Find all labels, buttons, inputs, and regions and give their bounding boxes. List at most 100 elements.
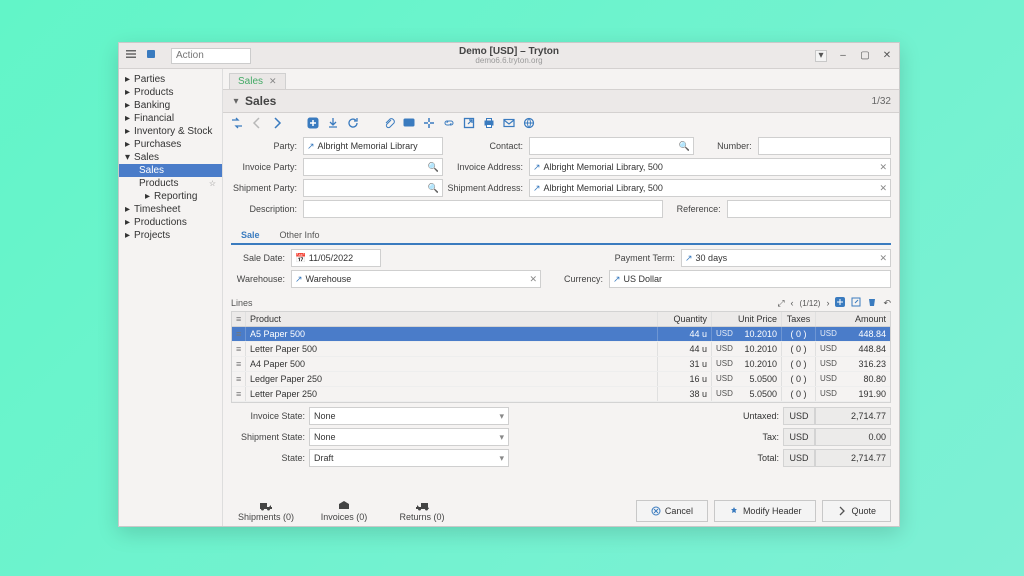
chevron-down-icon: ▾ — [499, 432, 504, 443]
table-row[interactable]: ≡Letter Paper 50044 uUSD10.2010( 0 )USD4… — [232, 342, 890, 357]
invoice-state-select[interactable]: None▾ — [309, 407, 509, 425]
lines-next-icon[interactable]: › — [826, 298, 829, 308]
window-menu-button[interactable]: ▾ — [815, 50, 827, 62]
chevron-down-icon: ▾ — [499, 411, 504, 422]
expand-icon[interactable]: ⤢ — [777, 298, 784, 309]
sidebar-item-parties[interactable]: ▸ Parties — [119, 73, 222, 86]
lines-open-icon[interactable] — [851, 297, 861, 309]
invoice-address-field[interactable]: ↗Albright Memorial Library, 500✕ — [529, 158, 891, 176]
clear-icon[interactable]: ✕ — [875, 162, 887, 173]
payment-term-label: Payment Term: — [605, 253, 677, 263]
sidebar-item-timesheet[interactable]: ▸ Timesheet — [119, 203, 222, 216]
cancel-button[interactable]: Cancel — [636, 500, 708, 522]
collapse-icon[interactable]: ▾ — [231, 96, 241, 107]
clear-icon[interactable]: ✕ — [875, 183, 887, 194]
minimize-button[interactable]: – — [837, 50, 849, 62]
sale-date-field[interactable]: 📅 11/05/2022 — [291, 249, 381, 267]
table-row[interactable]: ≡A4 Paper 50031 uUSD10.2010( 0 )USD316.2… — [232, 357, 890, 372]
modify-header-button[interactable]: Modify Header — [714, 500, 817, 522]
globe-icon[interactable] — [523, 117, 535, 132]
menu-icon[interactable] — [125, 48, 137, 63]
number-field[interactable] — [758, 137, 891, 155]
col-product[interactable]: Product — [246, 312, 658, 326]
attach-icon[interactable] — [383, 117, 395, 132]
description-field[interactable] — [303, 200, 663, 218]
prev-record-icon[interactable] — [251, 117, 263, 132]
new-icon[interactable] — [307, 117, 319, 132]
sidebar-item-products[interactable]: ▸ Products — [119, 86, 222, 99]
invoices-stat[interactable]: Invoices (0) — [309, 499, 379, 522]
shipment-party-field[interactable]: 🔍 — [303, 179, 443, 197]
invoice-address-label: Invoice Address: — [447, 162, 525, 172]
warehouse-field[interactable]: ↗Warehouse✕ — [291, 270, 541, 288]
clear-icon[interactable]: ✕ — [875, 253, 887, 264]
external-link-icon: ↗ — [533, 183, 541, 194]
next-record-icon[interactable] — [271, 117, 283, 132]
payment-term-field[interactable]: ↗30 days✕ — [681, 249, 891, 267]
action-icon[interactable] — [423, 117, 435, 132]
shipments-stat[interactable]: Shipments (0) — [231, 499, 301, 522]
save-icon[interactable] — [327, 117, 339, 132]
main-area: Sales✕ ▾ Sales 1/32 — [223, 69, 899, 526]
description-label: Description: — [231, 204, 299, 214]
lines-undo-icon[interactable]: ↶ — [883, 298, 891, 309]
relate-icon[interactable] — [443, 117, 455, 132]
sidebar-item-inventory[interactable]: ▸ Inventory & Stock — [119, 125, 222, 138]
star-icon[interactable]: ☆ — [209, 179, 216, 188]
table-row[interactable]: ≡A5 Paper 50044 uUSD10.2010( 0 )USD448.8… — [232, 327, 890, 342]
sidebar-item-sales-reporting[interactable]: ▸ Reporting — [119, 190, 222, 203]
contact-field[interactable]: 🔍 — [529, 137, 694, 155]
window-subtitle: demo6.6.tryton.org — [459, 57, 559, 66]
sidebar-item-banking[interactable]: ▸ Banking — [119, 99, 222, 112]
lines-prev-icon[interactable]: ‹ — [791, 298, 794, 308]
shipment-address-field[interactable]: ↗Albright Memorial Library, 500✕ — [529, 179, 891, 197]
email-icon[interactable] — [503, 117, 515, 132]
calendar-icon: 📅 — [295, 253, 306, 264]
tab-close-icon[interactable]: ✕ — [269, 76, 277, 87]
table-row[interactable]: ≡Ledger Paper 25016 uUSD5.0500( 0 )USD80… — [232, 372, 890, 387]
shipment-address-label: Shipment Address: — [447, 183, 525, 193]
reference-field[interactable] — [727, 200, 891, 218]
untaxed-value: 2,714.77 — [815, 407, 891, 425]
sidebar-item-sales-sales[interactable]: Sales — [119, 164, 222, 177]
sidebar-item-financial[interactable]: ▸ Financial — [119, 112, 222, 125]
sale-date-label: Sale Date: — [231, 253, 287, 263]
party-field[interactable]: ↗Albright Memorial Library — [303, 137, 443, 155]
action-input[interactable] — [171, 48, 251, 64]
search-icon: 🔍 — [678, 141, 689, 152]
quote-button[interactable]: Quote — [822, 500, 891, 522]
sidebar-item-purchases[interactable]: ▸ Purchases — [119, 138, 222, 151]
close-button[interactable]: ✕ — [881, 50, 893, 62]
returns-stat[interactable]: Returns (0) — [387, 499, 457, 522]
maximize-button[interactable]: ▢ — [859, 50, 871, 62]
sub-tab-bar: Sale Other Info — [231, 227, 891, 245]
col-unit-price[interactable]: Unit Price — [712, 312, 782, 326]
lines-add-icon[interactable] — [835, 297, 845, 309]
subtab-other-info[interactable]: Other Info — [270, 227, 330, 243]
table-row[interactable]: ≡Letter Paper 25038 uUSD5.0500( 0 )USD19… — [232, 387, 890, 402]
currency-field[interactable]: ↗US Dollar — [609, 270, 891, 288]
reload-icon[interactable] — [347, 117, 359, 132]
external-link-icon: ↗ — [533, 162, 541, 173]
clear-icon[interactable]: ✕ — [525, 274, 537, 285]
tab-sales[interactable]: Sales✕ — [229, 73, 286, 89]
sidebar-item-productions[interactable]: ▸ Productions — [119, 216, 222, 229]
tax-value: 0.00 — [815, 428, 891, 446]
note-icon[interactable] — [403, 117, 415, 132]
contact-label: Contact: — [447, 141, 525, 151]
sidebar-item-projects[interactable]: ▸ Projects — [119, 229, 222, 242]
col-amount[interactable]: Amount — [816, 312, 890, 326]
sidebar-item-sales[interactable]: ▾ Sales — [119, 151, 222, 164]
lines-delete-icon[interactable] — [867, 297, 877, 309]
col-quantity[interactable]: Quantity — [658, 312, 712, 326]
shipment-state-select[interactable]: None▾ — [309, 428, 509, 446]
sidebar-item-sales-products[interactable]: Products☆ — [119, 177, 222, 190]
subtab-sale[interactable]: Sale — [231, 227, 270, 245]
invoice-party-field[interactable]: 🔍 — [303, 158, 443, 176]
print-icon[interactable] — [483, 117, 495, 132]
state-select[interactable]: Draft▾ — [309, 449, 509, 467]
switch-view-icon[interactable] — [231, 117, 243, 132]
open-icon[interactable] — [463, 117, 475, 132]
col-taxes[interactable]: Taxes — [782, 312, 816, 326]
reference-label: Reference: — [667, 204, 723, 214]
